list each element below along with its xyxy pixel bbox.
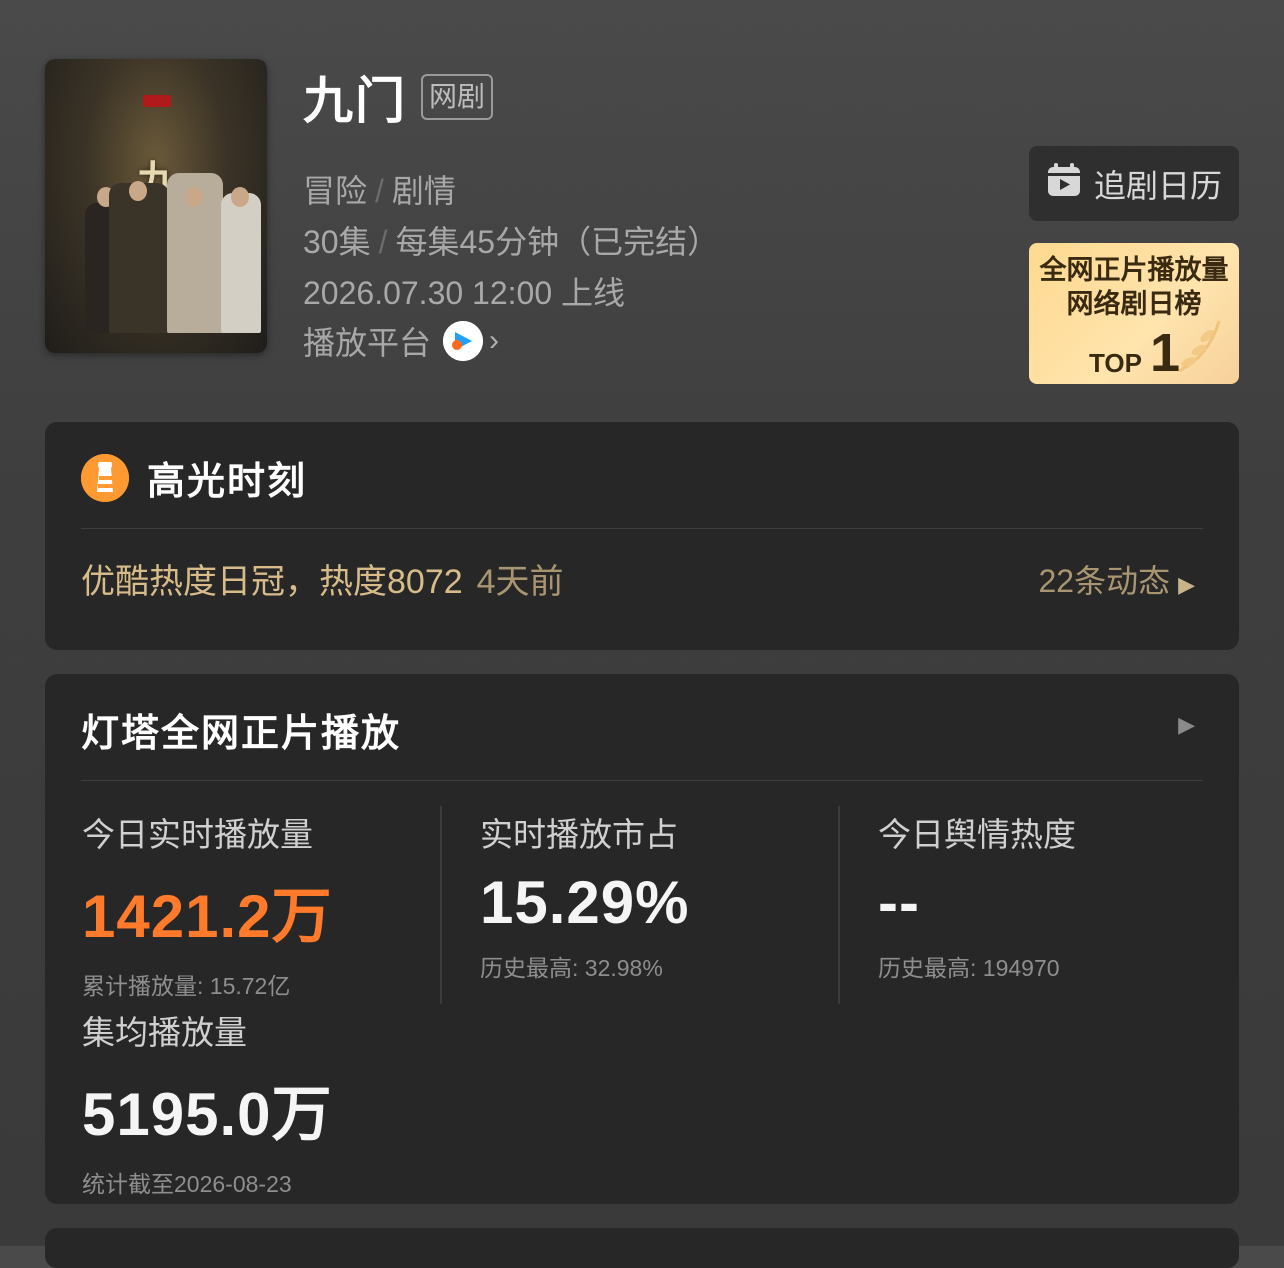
stat-today-plays: 今日实时播放量 1421.2万 累计播放量: 15.72亿	[82, 808, 333, 1001]
youku-logo-icon[interactable]	[443, 321, 484, 361]
poster-figure	[109, 183, 169, 333]
stat-label: 实时播放市占	[480, 816, 678, 853]
episode-line: 30集 / 每集45分钟（已完结）	[303, 224, 720, 260]
genre-tag[interactable]: 冒险	[303, 173, 367, 209]
play-arrow-icon: ▶	[1178, 572, 1195, 597]
rank-badge[interactable]: 全网正片播放量 网络剧日榜 TOP 1	[1029, 243, 1239, 384]
stat-sub: 历史最高: 32.98%	[480, 955, 663, 981]
poster-figure-head	[185, 187, 203, 207]
platform-label: 播放平台	[303, 325, 432, 361]
platform-row[interactable]: 播放平台 ›	[303, 318, 499, 364]
stat-label: 今日实时播放量	[82, 816, 313, 853]
rank-top-number: 1	[1149, 323, 1181, 383]
next-card	[45, 1228, 1239, 1268]
episode-count: 30集	[303, 224, 371, 260]
chevron-right-icon[interactable]: ›	[489, 324, 499, 358]
show-poster[interactable]: 九門	[45, 59, 267, 353]
playback-card: 灯塔全网正片播放 ▶ 今日实时播放量 1421.2万 累计播放量: 15.72亿…	[45, 674, 1239, 1204]
genre-line: 冒险 / 剧情	[303, 173, 456, 209]
show-title: 九门	[303, 73, 407, 129]
show-type-tag: 网剧	[421, 74, 494, 120]
highlight-text: 优酷热度日冠，热度8072	[81, 563, 463, 601]
rank-top-label: TOP	[1089, 348, 1142, 378]
stat-market-share: 实时播放市占 15.29% 历史最高: 32.98%	[480, 808, 690, 983]
stat-sub: 统计截至2026-08-23	[82, 1171, 292, 1197]
more-updates-link[interactable]: 22条动态 ▶	[1038, 556, 1195, 602]
rank-line1: 全网正片播放量	[1039, 255, 1229, 285]
stat-public-heat: 今日舆情热度 -- 历史最高: 194970	[878, 808, 1076, 983]
calendar-button-label: 追剧日历	[1093, 167, 1222, 204]
poster-figure-head	[231, 187, 249, 207]
highlight-card: 高光时刻 优酷热度日冠，热度8072 4天前 22条动态 ▶	[45, 422, 1239, 650]
poster-figure-head	[129, 181, 147, 201]
stat-avg-episode-plays: 集均播放量 5195.0万 统计截至2026-08-23	[82, 1006, 333, 1199]
poster-logo	[143, 95, 171, 107]
highlight-title: 高光时刻	[147, 461, 308, 503]
genre-tag[interactable]: 剧情	[392, 173, 456, 209]
divider	[81, 528, 1203, 529]
divider	[440, 806, 442, 1004]
more-updates-label: 22条动态	[1038, 563, 1171, 599]
poster-figure	[221, 193, 261, 333]
stat-label: 集均播放量	[82, 1014, 247, 1051]
stat-value: 15.29%	[480, 869, 690, 936]
highlight-header: 高光时刻	[81, 450, 307, 505]
highlight-item[interactable]: 优酷热度日冠，热度8072 4天前	[81, 554, 564, 603]
divider	[81, 780, 1203, 781]
divider	[838, 806, 840, 1004]
play-arrow-icon[interactable]: ▶	[1178, 712, 1195, 738]
release-date: 2026.07.30 12:00 上线	[303, 275, 626, 311]
stat-sub: 累计播放量: 15.72亿	[82, 973, 291, 999]
highlight-time: 4天前	[476, 563, 564, 601]
stat-sub: 历史最高: 194970	[878, 955, 1060, 981]
rank-top: TOP 1	[1089, 323, 1181, 383]
stat-label: 今日舆情热度	[878, 816, 1076, 853]
lighthouse-icon	[81, 453, 129, 502]
calendar-button[interactable]: 追剧日历	[1029, 146, 1239, 221]
episode-duration: 每集45分钟（已完结）	[395, 224, 720, 260]
title-row: 九门 网剧	[303, 66, 494, 129]
calendar-icon	[1046, 162, 1082, 206]
stat-value: 1421.2万	[82, 883, 333, 950]
stat-value: 5195.0万	[82, 1081, 333, 1148]
stat-value: --	[878, 869, 920, 936]
playback-title: 灯塔全网正片播放	[81, 713, 402, 755]
